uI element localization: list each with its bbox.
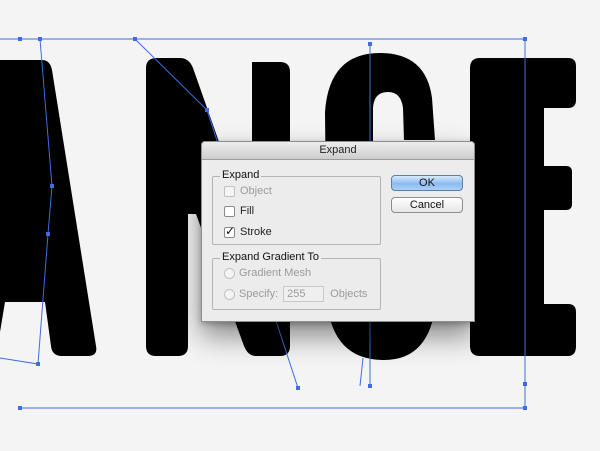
object-checkbox[interactable] [224,185,235,197]
dialog-title: Expand [202,142,474,160]
stroke-checkbox[interactable]: ✓ [224,223,236,238]
gradient-mesh-label: Gradient Mesh [239,267,312,279]
specify-radio[interactable] [224,288,235,300]
letter-e-shape [470,58,576,356]
expand-group: Expand Object Fill ✓ Stroke [212,169,381,245]
specify-radio-row[interactable]: Specify: 255 Objects [224,286,368,302]
expand-gradient-group: Expand Gradient To Gradient Mesh Specify… [212,251,381,310]
fill-checkbox[interactable] [224,205,235,217]
gradient-mesh-radio-row[interactable]: Gradient Mesh [224,266,311,280]
expand-dialog: Expand Expand Object Fill ✓ Stroke Expan… [201,141,475,322]
objects-unit-label: Objects [330,288,368,300]
letter-a-shape [0,60,97,356]
fill-checkbox-row[interactable]: Fill [224,204,254,218]
expand-gradient-group-title: Expand Gradient To [220,251,322,263]
object-label: Object [240,185,272,197]
fill-label: Fill [240,205,255,217]
cancel-button[interactable]: Cancel [391,197,463,213]
expand-group-title: Expand [220,169,262,181]
specify-label: Specify: [239,288,279,300]
stroke-label: Stroke [240,226,272,238]
gradient-mesh-radio[interactable] [224,267,235,279]
stroke-checkbox-row[interactable]: ✓ Stroke [224,223,272,239]
object-checkbox-row[interactable]: Object [224,184,272,198]
checkmark-icon: ✓ [225,223,236,238]
specify-objects-input[interactable]: 255 [283,286,325,302]
ok-button[interactable]: OK [391,175,463,191]
